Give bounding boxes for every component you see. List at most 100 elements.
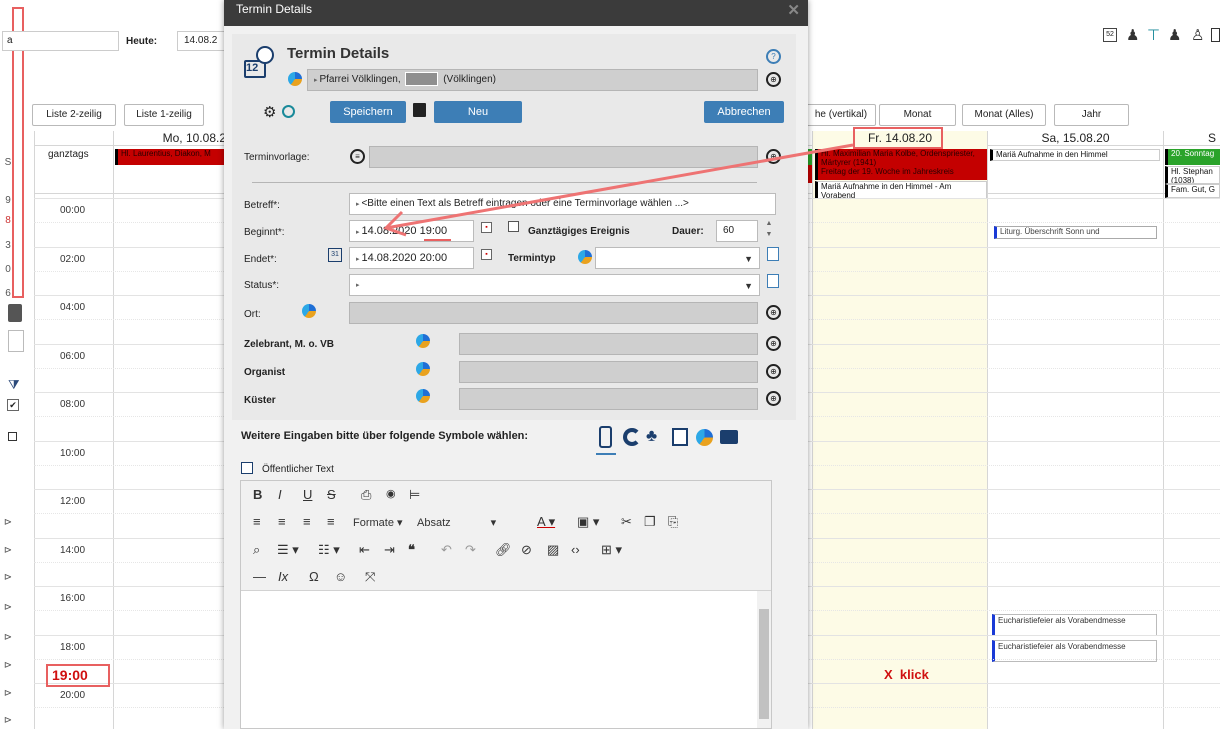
termintyp-add-icon[interactable]: [767, 247, 779, 261]
termintyp-icon[interactable]: [578, 250, 592, 264]
group-icon[interactable]: ♟: [1168, 26, 1181, 44]
text-color-icon[interactable]: A ▾: [537, 514, 555, 530]
close-icon[interactable]: ✕: [787, 2, 800, 20]
endet-calendar-icon[interactable]: 31: [328, 248, 342, 262]
align-right-icon[interactable]: ≡: [303, 514, 311, 529]
print-icon[interactable]: ⎙: [361, 487, 371, 503]
quote-icon[interactable]: ❝: [408, 542, 415, 558]
editor-content-area[interactable]: [241, 592, 757, 729]
italic-button[interactable]: I: [278, 487, 282, 502]
absatz-dropdown[interactable]: Absatz ▾: [417, 516, 496, 529]
zelebrant-icon[interactable]: [416, 334, 430, 348]
event-sat-1[interactable]: Mariä Aufnahme in den Himmel: [990, 149, 1160, 161]
hr-icon[interactable]: —: [253, 569, 266, 584]
side-icon-6[interactable]: 6: [0, 288, 16, 299]
day-header-sun[interactable]: S: [1164, 131, 1220, 145]
left-date-field[interactable]: a: [2, 31, 119, 51]
save-button[interactable]: Speichern: [330, 101, 406, 123]
save-disk-icon[interactable]: [413, 103, 426, 117]
organist-icon[interactable]: [416, 362, 430, 376]
bg-color-icon[interactable]: ▣ ▾: [577, 514, 599, 530]
unlink-icon[interactable]: ⊘: [521, 542, 532, 558]
kuester-icon[interactable]: [416, 389, 430, 403]
ort-icon[interactable]: [302, 304, 316, 318]
day-column-sun[interactable]: S: [1163, 131, 1220, 729]
kuester-expand-icon[interactable]: ⊕: [766, 391, 781, 406]
copy-icon[interactable]: ❐: [644, 514, 656, 530]
pie-icon[interactable]: [696, 429, 713, 446]
view-monat[interactable]: Monat: [879, 104, 956, 126]
outdent-icon[interactable]: ⇤: [359, 542, 370, 558]
day-column-fri[interactable]: Fr. 14.08.20: [812, 131, 987, 729]
find-icon[interactable]: ⌕: [253, 542, 260, 558]
indent-icon[interactable]: ⇥: [384, 542, 395, 558]
side-arrow-1[interactable]: ⊳: [0, 517, 16, 528]
view-monat-alles[interactable]: Monat (Alles): [962, 104, 1046, 126]
parish-field[interactable]: ▸ Pfarrei Völklingen, (Völklingen): [307, 69, 758, 91]
bottle-icon[interactable]: [599, 426, 612, 448]
day-header-sat[interactable]: Sa, 15.08.20: [988, 131, 1163, 145]
side-arrow-2[interactable]: ⊳: [0, 545, 16, 556]
dauer-stepper[interactable]: ▲ ▼: [763, 218, 775, 240]
day-header-mon[interactable]: Mo, 10.08.2: [114, 131, 226, 145]
gear-icon[interactable]: ⚙: [263, 103, 276, 121]
side-dark-button[interactable]: [8, 304, 22, 322]
editor-scrollbar[interactable]: [757, 591, 771, 728]
status-add-icon[interactable]: [767, 274, 779, 288]
side-icon-3[interactable]: 3: [0, 240, 16, 251]
endet-field[interactable]: ▸ 14.08.2020 20:00: [349, 247, 474, 269]
side-arrow-6[interactable]: ⊳: [0, 660, 16, 671]
underline-button[interactable]: U: [303, 487, 312, 502]
parish-expand-icon[interactable]: ⊕: [766, 72, 781, 87]
clear-format-icon[interactable]: Ix: [278, 569, 288, 584]
event-sun-3[interactable]: Fam. Gut, G: [1165, 184, 1220, 198]
zelebrant-expand-icon[interactable]: ⊕: [766, 336, 781, 351]
help-icon[interactable]: ?: [766, 49, 781, 64]
emoji-icon[interactable]: ☺: [334, 569, 347, 584]
side-input-box[interactable]: [8, 330, 24, 352]
number-list-icon[interactable]: ☷ ▾: [318, 542, 340, 558]
notes-icon[interactable]: [672, 428, 688, 446]
user-icon[interactable]: ♙: [1191, 26, 1204, 44]
checkbox-icon[interactable]: ✔: [7, 399, 19, 411]
side-arrow-4[interactable]: ⊳: [0, 602, 16, 613]
editor-scroll-thumb[interactable]: [759, 609, 769, 719]
event-sun-2[interactable]: Hl. Stephan (1038): [1165, 166, 1220, 184]
preview-icon[interactable]: ◉: [386, 487, 396, 500]
code-icon[interactable]: ‹›: [571, 542, 580, 557]
paste-icon[interactable]: ⎘: [668, 514, 678, 530]
special-char-icon[interactable]: Ω: [309, 569, 319, 584]
side-arrow-7[interactable]: ⊳: [0, 688, 16, 699]
tree-icon[interactable]: ⊤: [1147, 26, 1160, 44]
betreff-field[interactable]: ▸ <Bitte einen Text als Betreff eintrage…: [349, 193, 776, 215]
bold-button[interactable]: B: [253, 487, 262, 502]
vorlage-expand-icon[interactable]: ⊕: [766, 149, 781, 164]
refresh-icon[interactable]: [623, 428, 641, 446]
doc-icon[interactable]: [1211, 28, 1220, 42]
new-button[interactable]: Neu: [434, 101, 522, 123]
event-mon-allday[interactable]: Hl. Laurentius, Diakon, M: [115, 149, 225, 165]
organist-expand-icon[interactable]: ⊕: [766, 364, 781, 379]
redo-icon[interactable]: ↷: [465, 542, 476, 558]
image-icon[interactable]: ▨: [547, 542, 559, 558]
side-icon-1[interactable]: 8: [0, 215, 16, 226]
parish-icon[interactable]: [288, 72, 302, 86]
view-woche-vertikal[interactable]: he (vertikal): [806, 104, 876, 126]
vorlage-field[interactable]: [369, 146, 758, 168]
strike-button[interactable]: S: [327, 487, 336, 502]
view-liste-1zeilig[interactable]: Liste 1-zeilig: [124, 104, 204, 126]
square-icon[interactable]: [8, 432, 17, 441]
history-icon[interactable]: [282, 105, 295, 118]
event-fri-2[interactable]: Freitag der 19. Woche im Jahreskreis: [815, 167, 987, 180]
side-arrow-3[interactable]: ⊳: [0, 572, 16, 583]
wallet-icon[interactable]: [720, 430, 738, 444]
undo-icon[interactable]: ↶: [441, 542, 452, 558]
list-icon[interactable]: ≡: [350, 149, 365, 164]
filter-icon[interactable]: ⧩: [8, 377, 20, 393]
view-jahr[interactable]: Jahr: [1054, 104, 1129, 126]
termintyp-select[interactable]: ▼: [595, 247, 760, 269]
justify-icon[interactable]: ≡: [327, 514, 335, 529]
fullscreen-icon[interactable]: ⤧: [365, 569, 375, 585]
side-icon-s[interactable]: S: [0, 157, 16, 168]
person-icon[interactable]: ♟: [1126, 26, 1139, 44]
